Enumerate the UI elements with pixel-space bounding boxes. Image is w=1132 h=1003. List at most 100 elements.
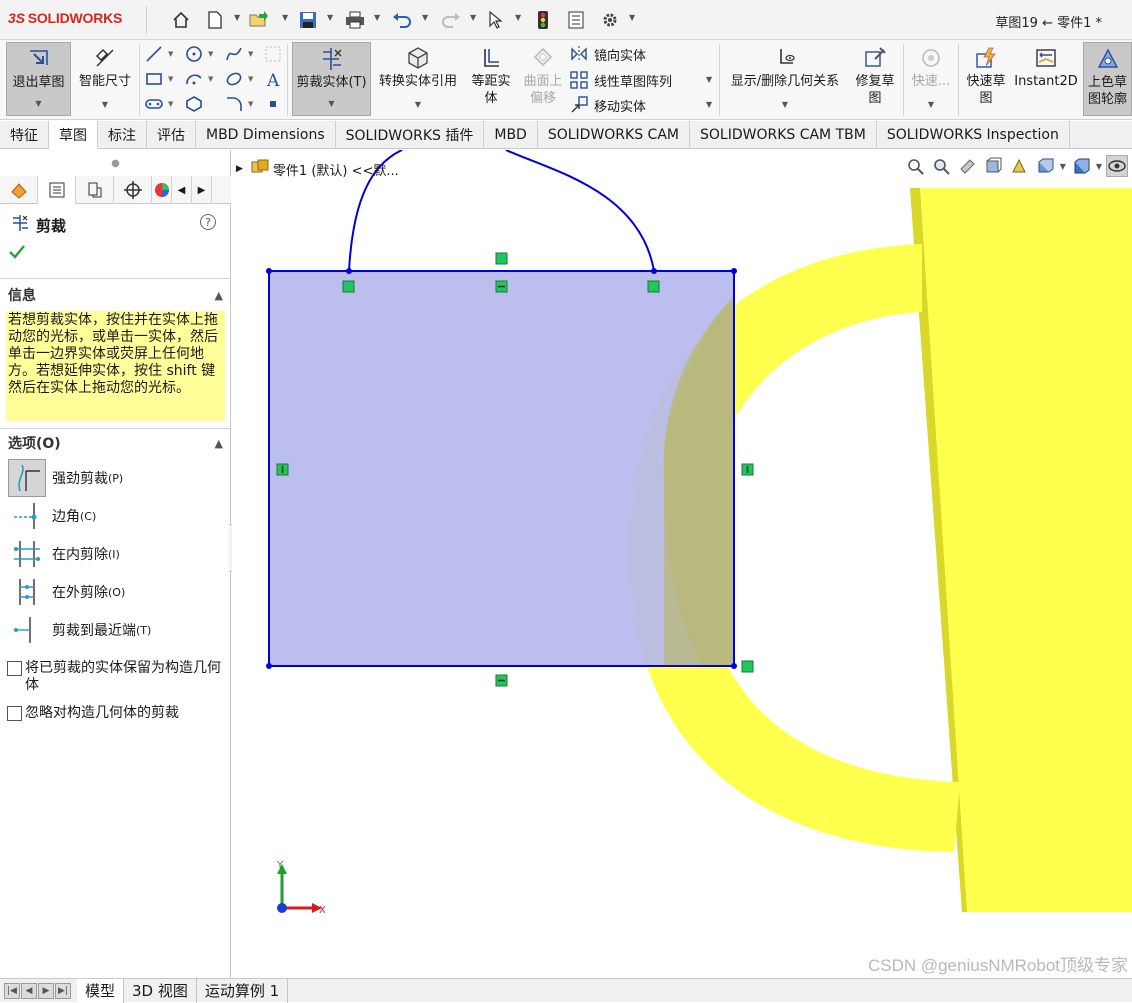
display-manager-tab-icon[interactable] xyxy=(152,176,172,204)
solidworks-logo[interactable]: 3S SOLIDWORKS xyxy=(8,10,122,26)
slot-icon[interactable] xyxy=(144,94,164,114)
next-tab-icon[interactable]: ▶ xyxy=(38,982,54,999)
display-style-icon[interactable] xyxy=(1070,155,1092,177)
first-tab-icon[interactable]: |◀ xyxy=(4,982,20,999)
options-dropdown-icon[interactable]: ▼ xyxy=(629,13,635,22)
polygon-icon[interactable] xyxy=(184,94,204,114)
zoom-to-fit-icon[interactable] xyxy=(904,155,926,177)
convert-entities-button[interactable]: 转换实体引用 ▼ xyxy=(374,42,462,116)
save-icon[interactable] xyxy=(297,9,319,31)
display-style-dropdown-icon[interactable]: ▼ xyxy=(1096,162,1102,171)
collapse-chevron-icon[interactable]: ▲ xyxy=(215,289,223,302)
repair-sketch-button[interactable]: 修复草图 xyxy=(850,42,900,116)
point-icon[interactable] xyxy=(263,94,283,114)
tab-markup[interactable]: 标注 xyxy=(98,121,147,149)
fillet-dropdown-icon[interactable]: ▼ xyxy=(248,100,253,108)
tab-scroll-left-icon[interactable]: ◀ xyxy=(172,176,192,204)
part-tree-item[interactable]: 零件1 (默认) <<默... xyxy=(273,160,399,179)
exit-sketch-button[interactable]: 退出草图 ▼ xyxy=(6,42,71,116)
move-entities-button[interactable]: 移动实体 xyxy=(570,94,646,116)
home-icon[interactable] xyxy=(170,9,192,31)
tab-sketch[interactable]: 草图 xyxy=(49,121,98,149)
fillet-icon[interactable] xyxy=(224,94,244,114)
linear-pattern-button[interactable]: 线性草图阵列 xyxy=(570,69,672,91)
tab-features[interactable]: 特征 xyxy=(0,121,49,149)
chevron-down-icon[interactable]: ▼ xyxy=(102,96,108,113)
smart-dimension-button[interactable]: 智能尺寸 ▼ xyxy=(74,42,136,116)
open-icon[interactable] xyxy=(248,9,270,31)
options-gear-icon[interactable] xyxy=(599,9,621,31)
print-dropdown-icon[interactable]: ▼ xyxy=(374,13,380,22)
options-section-header[interactable]: 选项(O) ▲ xyxy=(0,432,231,454)
ellipse-dropdown-icon[interactable]: ▼ xyxy=(248,75,253,83)
open-dropdown-icon[interactable]: ▼ xyxy=(282,13,288,22)
spline-icon[interactable] xyxy=(224,44,244,64)
previous-tab-icon[interactable]: ◀ xyxy=(21,982,37,999)
help-icon[interactable]: ? xyxy=(200,214,216,230)
rectangle-dropdown-icon[interactable]: ▼ xyxy=(168,75,173,83)
circle-icon[interactable] xyxy=(184,44,204,64)
chevron-down-icon[interactable]: ▼ xyxy=(415,96,421,113)
tab-solidworks-cam[interactable]: SOLIDWORKS CAM xyxy=(538,121,690,149)
tab-mbd-dimensions[interactable]: MBD Dimensions xyxy=(196,121,336,149)
view-orientation-icon[interactable] xyxy=(1034,155,1056,177)
view-orientation-dropdown-icon[interactable]: ▼ xyxy=(1060,162,1066,171)
tab-motion-study-1[interactable]: 运动算例 1 xyxy=(197,978,289,1003)
text-icon[interactable]: A xyxy=(263,69,283,89)
arc-icon[interactable] xyxy=(184,69,204,89)
print-icon[interactable] xyxy=(344,9,366,31)
tab-3d-view[interactable]: 3D 视图 xyxy=(124,978,197,1003)
tab-solidworks-cam-tbm[interactable]: SOLIDWORKS CAM TBM xyxy=(690,121,877,149)
feature-manager-tab-icon[interactable] xyxy=(0,176,38,204)
collapse-chevron-icon[interactable]: ▲ xyxy=(215,437,223,450)
ok-checkmark-icon[interactable] xyxy=(8,244,26,264)
section-view-icon[interactable] xyxy=(982,155,1004,177)
expand-arrow-icon[interactable]: ▶ xyxy=(236,164,243,174)
chevron-down-icon[interactable]: ▼ xyxy=(35,95,41,112)
spline-dropdown-icon[interactable]: ▼ xyxy=(248,50,253,58)
file-properties-icon[interactable] xyxy=(565,9,587,31)
option-trim-away-inside[interactable]: 在内剪除 (I) xyxy=(8,535,223,573)
move-entities-dropdown-icon[interactable]: ▼ xyxy=(706,100,712,109)
rapid-sketch-button[interactable]: 快速草图 xyxy=(961,42,1011,116)
option-power-trim[interactable]: 强劲剪裁 (P) xyxy=(8,459,223,497)
ignore-construction-trim-option[interactable]: 忽略对构造几何体的剪裁 xyxy=(7,705,225,722)
select-dropdown-icon[interactable]: ▼ xyxy=(515,13,521,22)
ignore-construction-checkbox[interactable] xyxy=(7,706,22,721)
tab-solidworks-addins[interactable]: SOLIDWORKS 插件 xyxy=(336,121,485,149)
last-tab-icon[interactable]: ▶| xyxy=(55,982,71,999)
hide-show-items-eye-icon[interactable] xyxy=(1106,155,1128,177)
graphics-area[interactable]: Y X ▶ 零件1 (默认) <<默... ▼ ▼ CSDN @geniusNM… xyxy=(232,150,1132,978)
rectangle-icon[interactable] xyxy=(144,69,164,89)
tab-solidworks-inspection[interactable]: SOLIDWORKS Inspection xyxy=(877,121,1070,149)
undo-icon[interactable] xyxy=(391,9,413,31)
display-delete-relations-button[interactable]: 显示/删除几何关系 ▼ xyxy=(723,42,847,116)
chevron-down-icon[interactable]: ▼ xyxy=(782,96,788,113)
feature-tree-flyout[interactable]: ▶ 零件1 (默认) <<默... xyxy=(236,159,399,179)
option-trim-away-outside[interactable]: 在外剪除 (O) xyxy=(8,573,223,611)
save-dropdown-icon[interactable]: ▼ xyxy=(327,13,333,22)
info-section-header[interactable]: 信息 ▲ xyxy=(0,284,231,306)
sketch-canvas[interactable]: Y X xyxy=(232,150,1132,978)
line-dropdown-icon[interactable]: ▼ xyxy=(168,50,173,58)
new-document-icon[interactable] xyxy=(204,9,226,31)
shaded-sketch-contours-button[interactable]: 上色草图轮廓 xyxy=(1083,42,1132,116)
tab-evaluate[interactable]: 评估 xyxy=(147,121,196,149)
keep-construction-checkbox[interactable] xyxy=(7,661,22,676)
dynamic-annotation-icon[interactable] xyxy=(1008,155,1030,177)
trim-entities-button[interactable]: 剪裁实体(T) ▼ xyxy=(292,42,371,116)
option-corner[interactable]: 边角 (C) xyxy=(8,497,223,535)
linear-pattern-dropdown-icon[interactable]: ▼ xyxy=(706,75,712,84)
dimxpert-manager-tab-icon[interactable] xyxy=(114,176,152,204)
keep-trimmed-as-construction-option[interactable]: 将已剪裁的实体保留为构造几何体 xyxy=(7,660,225,694)
zoom-to-area-icon[interactable] xyxy=(930,155,952,177)
configuration-manager-tab-icon[interactable] xyxy=(76,176,114,204)
chevron-down-icon[interactable]: ▼ xyxy=(328,95,334,112)
property-manager-tab-icon[interactable] xyxy=(38,176,76,204)
rebuild-traffic-light-icon[interactable] xyxy=(532,9,554,31)
option-trim-to-closest[interactable]: 剪裁到最近端 (T) xyxy=(8,611,223,649)
line-icon[interactable] xyxy=(144,44,164,64)
tab-model[interactable]: 模型 xyxy=(77,978,125,1003)
panel-grip-handle[interactable]: ● xyxy=(0,150,231,176)
instant2d-button[interactable]: Instant2D xyxy=(1013,42,1079,116)
